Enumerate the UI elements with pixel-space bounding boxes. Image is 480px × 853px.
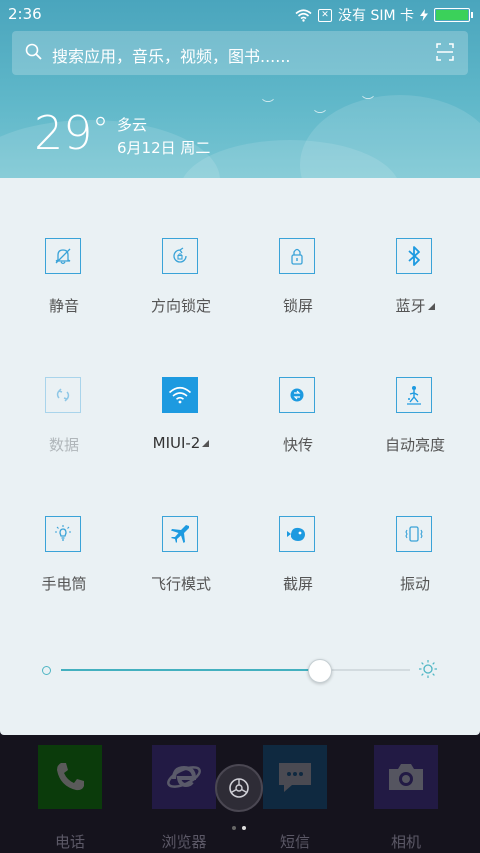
bird-icon: ︶ [362, 95, 375, 109]
data-icon [45, 377, 81, 413]
expand-triangle-icon[interactable] [427, 303, 435, 310]
toggle-flashlight[interactable]: 手电筒 [5, 516, 123, 616]
wifi-icon [162, 377, 198, 413]
page-indicator [232, 826, 246, 830]
brightness-track[interactable] [61, 659, 410, 683]
rotation-lock-icon [162, 238, 198, 274]
brightness-slider[interactable] [42, 658, 438, 683]
bird-icon: ︶ [314, 109, 327, 123]
bell-off-icon [45, 238, 81, 274]
gear-icon [229, 778, 249, 798]
toggle-bluetooth[interactable]: 蓝牙 [356, 238, 474, 338]
toggle-screenshot[interactable]: 截屏 [239, 516, 357, 616]
sms-icon [263, 745, 327, 809]
weather-date: 6月12日 周二 [117, 139, 211, 157]
search-placeholder: 搜索应用，音乐，视频，图书...... [52, 47, 291, 66]
phone-icon [38, 745, 102, 809]
status-bar: 2:36 ✕ 没有 SIM 卡 [0, 0, 480, 28]
auto-brightness-icon [396, 377, 432, 413]
brightness-handle[interactable] [308, 659, 333, 683]
expand-triangle-icon[interactable] [202, 440, 210, 447]
settings-button[interactable] [215, 764, 263, 812]
charging-icon [420, 9, 428, 21]
flashlight-icon [45, 516, 81, 552]
toggle-lock-screen[interactable]: 锁屏 [239, 238, 357, 338]
toggle-quick-transfer[interactable]: 快传 [239, 377, 357, 477]
toggle-mobile-data[interactable]: 数据 [5, 377, 123, 477]
weather-condition: 多云 [117, 116, 148, 134]
toggle-vibrate[interactable]: 振动 [356, 516, 474, 616]
toggle-rotation-lock[interactable]: 方向锁定 [122, 238, 240, 338]
screenshot-icon [279, 516, 315, 552]
battery-icon [434, 8, 473, 22]
weather-temperature[interactable]: 29° [34, 110, 109, 156]
bluetooth-icon [396, 238, 432, 274]
browser-icon [152, 745, 216, 809]
airplane-icon [162, 516, 198, 552]
search-icon [25, 43, 42, 60]
toggle-silent[interactable]: 静音 [5, 238, 123, 338]
toggle-wifi[interactable]: MIUI-2 [122, 377, 240, 477]
toggle-auto-brightness[interactable]: 自动亮度 [356, 377, 474, 477]
page-dot [232, 826, 236, 830]
transfer-icon [279, 377, 315, 413]
lock-icon [279, 238, 315, 274]
brightness-high-icon [419, 660, 437, 678]
scan-icon[interactable] [436, 43, 454, 61]
quick-settings-panel: 静音 方向锁定 锁屏 蓝牙 数据 MIUI-2 快传 自动亮度 手电筒 飞行模式… [0, 178, 480, 735]
search-bar[interactable]: 搜索应用，音乐，视频，图书...... [12, 31, 468, 75]
status-time: 2:36 [8, 5, 42, 23]
vibrate-icon [396, 516, 432, 552]
camera-icon [374, 745, 438, 809]
no-sim-icon: ✕ [318, 8, 332, 22]
page-dot-active [242, 826, 246, 830]
sim-status-text: 没有 SIM 卡 [338, 8, 414, 24]
wifi-icon [295, 8, 312, 22]
brightness-low-icon [42, 666, 51, 675]
toggle-airplane-mode[interactable]: 飞行模式 [122, 516, 240, 616]
weather-header: ︶ ︶ ︶ 2:36 ✕ 没有 SIM 卡 搜索应用，音乐，视频，图书.....… [0, 0, 480, 180]
bird-icon: ︶ [262, 98, 275, 112]
brightness-fill [61, 669, 320, 671]
